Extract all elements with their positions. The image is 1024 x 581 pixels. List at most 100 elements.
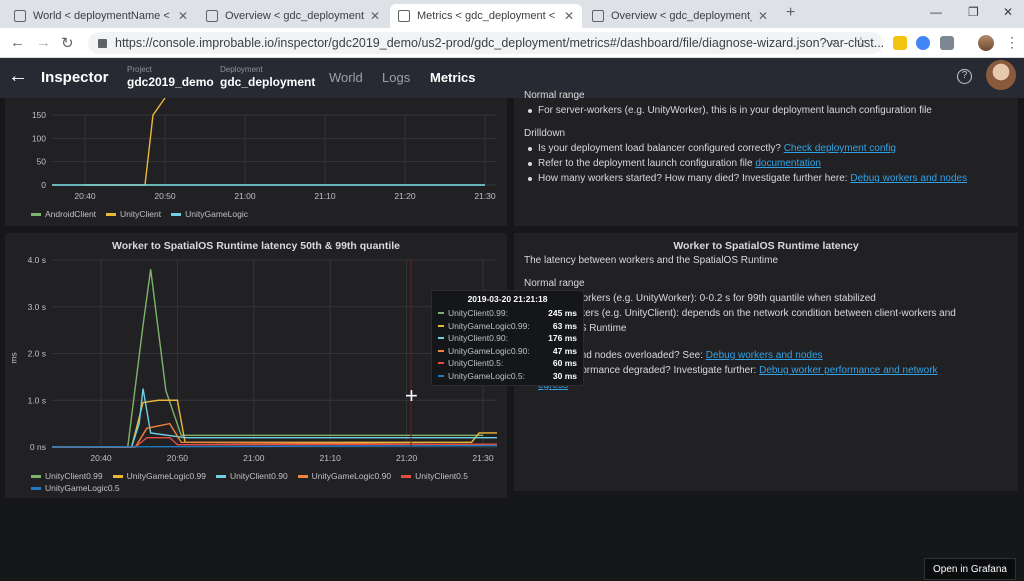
check-deployment-config-link[interactable]: Check deployment config: [784, 143, 896, 154]
latency-info-text: The latency between workers and the Spat…: [524, 253, 1012, 393]
legend-item[interactable]: UnityGameLogic0.99: [112, 470, 207, 482]
restore-icon[interactable]: ❐: [968, 5, 979, 19]
tooltip-value: 60 ms: [552, 358, 577, 369]
legend-item[interactable]: UnityGameLogic0.90: [297, 470, 391, 482]
info-line: OS Runtime: [572, 323, 627, 334]
nav-metrics[interactable]: Metrics: [430, 70, 476, 85]
browser-forward-icon[interactable]: →: [36, 34, 51, 51]
legend-label: UnityClient: [120, 209, 162, 219]
documentation-link[interactable]: documentation: [755, 158, 821, 169]
help-icon[interactable]: ?: [957, 69, 972, 84]
workers-chart-panel: 150 100 50 0 20:40 20:50 21:00 21:10 21:20 21:30 …: [5, 98, 507, 226]
workers-chart[interactable]: 150 100 50 0 20:40 20:50 21:00 21:10 21:20 21:30: [5, 98, 507, 226]
info-line: rs and nodes overloaded? See: Debug work…: [524, 348, 1012, 363]
address-bar[interactable]: https://console.improbable.io/inspector/…: [88, 32, 883, 54]
x-tick-label: 21:00: [243, 453, 265, 463]
legend-swatch: [171, 212, 182, 216]
y-tick-label: 100: [32, 133, 46, 143]
x-tick-label: 21:10: [314, 191, 336, 201]
y-tick-label: 4.0 s: [28, 255, 46, 265]
nav-world[interactable]: World: [329, 70, 363, 85]
close-icon[interactable]: ✕: [564, 9, 574, 23]
tooltip-series-name: UnityClient0.5:: [448, 358, 504, 369]
x-tick-label: 21:10: [320, 453, 342, 463]
y-tick-label: 2.0 s: [28, 349, 46, 359]
legend-item[interactable]: UnityClient0.99: [31, 470, 103, 482]
window-close-icon[interactable]: ✕: [1003, 5, 1013, 19]
tooltip-value: 176 ms: [548, 333, 577, 344]
new-tab-icon[interactable]: +: [786, 4, 795, 22]
deployment-label: Deployment: [220, 65, 263, 74]
browser-tab-world[interactable]: World < deploymentName < pro ✕: [6, 4, 196, 28]
browser-tab-strip: World < deploymentName < pro ✕ Overview …: [0, 0, 1024, 28]
legend-item[interactable]: UnityGameLogic: [171, 208, 248, 220]
legend-item[interactable]: UnityGameLogic0.5: [31, 482, 120, 494]
legend-item[interactable]: UnityClient: [106, 208, 161, 220]
legend-item[interactable]: UnityClient0.5: [401, 470, 468, 482]
tooltip-time: 2019-03-20 21:21:18: [467, 294, 548, 304]
page-icon: [206, 10, 218, 22]
open-in-grafana-button[interactable]: Open in Grafana: [924, 558, 1016, 580]
browser-back-icon[interactable]: ←: [10, 34, 25, 51]
project-label: Project: [127, 65, 152, 74]
tooltip-swatch: [438, 337, 444, 340]
list-item-text: How many workers started? How many died?…: [538, 173, 848, 184]
tooltip-value: 47 ms: [552, 345, 577, 356]
extension-icon[interactable]: [916, 36, 930, 50]
y-tick-label: 50: [37, 157, 47, 167]
legend-item[interactable]: UnityClient0.90: [216, 470, 288, 482]
lock-icon: [98, 38, 107, 48]
tooltip-value: 30 ms: [552, 370, 577, 381]
tooltip-row: UnityGameLogic0.99: 63 ms: [438, 320, 577, 333]
avatar[interactable]: [986, 60, 1016, 90]
extension-icon[interactable]: [940, 36, 954, 50]
legend-label: UnityGameLogic0.5: [45, 483, 120, 493]
browser-tab-overview[interactable]: Overview < gdc_deployment < g ✕: [198, 4, 388, 28]
tab-label: Overview < gdc_deployment_sm: [611, 10, 752, 22]
tooltip-row: UnityClient0.5: 60 ms: [438, 357, 577, 370]
close-icon[interactable]: ✕: [178, 9, 188, 23]
y-tick-label: 0: [41, 180, 46, 190]
tab-label: World < deploymentName < pro: [33, 10, 172, 22]
project-selector[interactable]: Project gdc2019_demo: [127, 65, 214, 89]
x-tick-label: 20:40: [90, 453, 112, 463]
deployment-selector[interactable]: Deployment gdc_deployment: [220, 65, 315, 89]
extension-icon[interactable]: [893, 36, 907, 50]
legend-label: UnityClient0.5: [415, 471, 468, 481]
series-line: [85, 98, 166, 186]
tooltip-swatch: [438, 324, 444, 327]
legend-swatch: [31, 212, 41, 216]
legend-item[interactable]: AndroidClient: [31, 208, 96, 220]
tab-label: Metrics < gdc_deployment < gd: [417, 10, 558, 22]
debug-workers-link[interactable]: Debug workers and nodes: [850, 173, 967, 184]
y-tick-label: 0 ns: [30, 442, 46, 452]
tooltip-row: UnityGameLogic0.90: 47 ms: [438, 345, 577, 358]
list-item: Refer to the deployment launch configura…: [524, 156, 1012, 171]
browser-tab-overview-sm[interactable]: Overview < gdc_deployment_sm ✕: [584, 4, 776, 28]
close-icon[interactable]: ✕: [370, 9, 380, 23]
minimize-icon[interactable]: —: [930, 5, 942, 19]
debug-performance-link[interactable]: Debug worker performance and network: [759, 365, 937, 376]
bookmark-star-icon[interactable]: ☆: [855, 34, 867, 50]
legend-label: UnityGameLogic0.99: [126, 471, 207, 481]
info-line: performance degraded? Investigate furthe…: [524, 363, 1012, 378]
back-arrow-icon[interactable]: ←: [8, 65, 28, 88]
reload-icon[interactable]: ↻: [61, 34, 74, 52]
list-item-text: Is your deployment load balancer configu…: [538, 143, 781, 154]
close-icon[interactable]: ✕: [758, 9, 768, 23]
info-line: egress: [524, 378, 1012, 393]
nav-logs[interactable]: Logs: [382, 70, 410, 85]
debug-workers-link[interactable]: Debug workers and nodes: [706, 350, 823, 361]
browser-profile-avatar[interactable]: [978, 35, 994, 51]
x-tick-label: 20:40: [74, 191, 96, 201]
legend-swatch: [401, 474, 412, 478]
zoom-search-icon[interactable]: ⌕: [830, 34, 837, 50]
browser-menu-icon[interactable]: ⋮: [1005, 34, 1019, 51]
legend-label: UnityClient0.99: [45, 471, 103, 481]
chart-tooltip: 2019-03-20 21:21:18 UnityClient0.99: 245 …: [431, 290, 584, 386]
tooltip-row: UnityGameLogic0.5: 30 ms: [438, 370, 577, 383]
browser-toolbar: ← → ↻ https://console.improbable.io/insp…: [0, 28, 1024, 58]
legend-swatch: [112, 474, 123, 478]
browser-tab-metrics[interactable]: Metrics < gdc_deployment < gd ✕: [390, 4, 582, 28]
deployment-value: gdc_deployment: [220, 75, 316, 89]
